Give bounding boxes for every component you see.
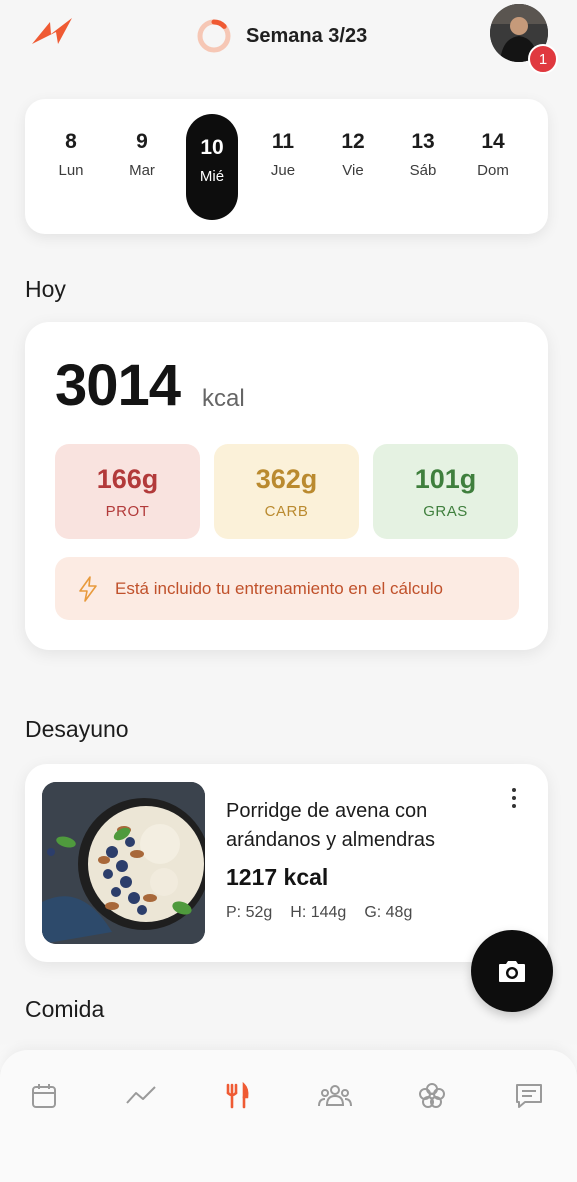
progress-chart-icon (126, 1086, 156, 1104)
breakfast-title: Desayuno (25, 716, 129, 742)
carbs-tile: 362g CARB (214, 444, 359, 539)
calendar-day[interactable]: 13 Sáb (397, 114, 449, 220)
day-number: 12 (341, 130, 365, 153)
fat-label: GRAS (423, 503, 468, 520)
meal-protein: P: 52g (226, 904, 273, 921)
nav-calendar[interactable] (26, 1080, 62, 1112)
day-number: 10 (200, 136, 224, 159)
camera-icon (499, 961, 525, 982)
meal-carbs: H: 144g (290, 904, 347, 921)
carbs-label: CARB (264, 503, 309, 520)
flower-icon (419, 1083, 445, 1108)
training-note-text: Está incluido tu entrenamiento en el cál… (115, 578, 443, 598)
chat-icon (516, 1084, 542, 1108)
day-weekday: Jue (270, 162, 296, 179)
protein-label: PROT (105, 503, 150, 520)
bolt-logo-icon[interactable] (28, 12, 80, 52)
week-indicator[interactable]: Semana 3/23 (196, 18, 367, 54)
day-weekday: Mié (199, 168, 225, 185)
calendar-day[interactable]: 9 Mar (116, 114, 168, 220)
calendar-day[interactable]: 12 Vie (327, 114, 379, 220)
week-label: Semana 3/23 (246, 24, 368, 47)
meal-macros: P: 52g H: 144g G: 48g (226, 904, 412, 922)
protein-value: 166g (96, 464, 159, 494)
calendar-day[interactable]: 11 Jue (257, 114, 309, 220)
day-weekday: Mar (129, 162, 155, 179)
header: Semana 3/23 1 (0, 0, 577, 80)
meal-fat: G: 48g (364, 904, 413, 921)
meal-card[interactable]: Porridge de avena con arándanos y almend… (25, 764, 548, 962)
meal-photo (42, 782, 205, 944)
calendar-day[interactable]: 8 Lun (45, 114, 97, 220)
day-weekday: Vie (342, 162, 364, 179)
community-icon (318, 1085, 352, 1107)
fat-tile: 101g GRAS (373, 444, 518, 539)
daily-kcal-unit: kcal (202, 385, 245, 412)
day-number: 13 (411, 130, 435, 153)
camera-button[interactable] (471, 930, 553, 1012)
day-number: 9 (136, 130, 148, 153)
carbs-value: 362g (255, 464, 318, 494)
meal-kcal: 1217 kcal (226, 864, 329, 890)
meal-name: Porridge de avena con arándanos y almend… (226, 800, 436, 851)
fork-knife-icon (226, 1081, 249, 1109)
notification-badge[interactable]: 1 (528, 44, 558, 74)
nav-community[interactable] (317, 1080, 353, 1112)
more-options-icon[interactable] (503, 784, 525, 814)
day-weekday: Sáb (409, 162, 437, 179)
bottom-navigation (0, 1050, 577, 1182)
lunch-title: Comida (25, 996, 105, 1022)
day-number: 11 (271, 130, 295, 153)
calendar-icon (32, 1084, 56, 1108)
lightning-icon (79, 575, 97, 602)
week-progress-ring-icon (197, 19, 231, 53)
day-number: 14 (481, 130, 505, 153)
calendar-day-selected[interactable]: 10 Mié (186, 114, 238, 220)
day-weekday: Dom (477, 162, 509, 179)
day-number: 8 (65, 130, 77, 153)
day-weekday: Lun (58, 162, 84, 179)
nav-progress[interactable] (123, 1080, 159, 1112)
daily-kcal-value: 3014 (55, 353, 181, 418)
calendar-day[interactable]: 14 Dom (467, 114, 519, 220)
week-calendar: 8 Lun 9 Mar 10 Mié 11 Jue 12 Vie 13 Sáb … (25, 99, 548, 234)
nav-nutrition[interactable] (219, 1080, 255, 1112)
daily-summary-card: 3014 kcal 166g PROT 362g CARB 101g GRAS … (25, 322, 548, 650)
protein-tile: 166g PROT (55, 444, 200, 539)
nav-chat[interactable] (511, 1080, 547, 1112)
nav-wellness[interactable] (414, 1080, 450, 1112)
today-title: Hoy (25, 276, 66, 302)
training-included-note: Está incluido tu entrenamiento en el cál… (55, 557, 519, 620)
fat-value: 101g (414, 464, 477, 494)
